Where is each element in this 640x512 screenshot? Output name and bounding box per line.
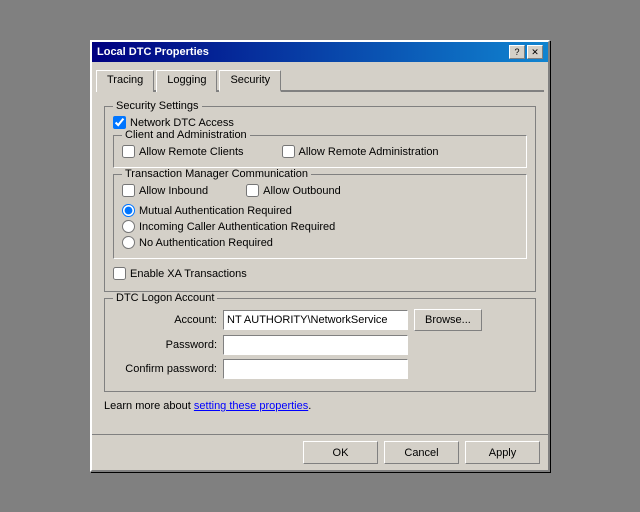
txn-manager-group: Transaction Manager Communication Allow … [113, 174, 527, 259]
allow-remote-clients-checkbox[interactable] [122, 145, 135, 158]
confirm-password-row: Confirm password: [113, 359, 527, 379]
allow-outbound-label: Allow Outbound [263, 185, 341, 197]
allow-remote-admin-label: Allow Remote Administration [299, 146, 439, 158]
no-auth-radio[interactable] [122, 236, 135, 249]
network-dtc-checkbox[interactable] [113, 116, 126, 129]
allow-remote-clients-label: Allow Remote Clients [139, 146, 244, 158]
network-dtc-row: Network DTC Access [113, 116, 527, 129]
account-input[interactable] [223, 310, 408, 330]
tab-bar: Tracing Logging Security [96, 66, 544, 92]
enable-xa-row: Enable XA Transactions [113, 267, 527, 280]
client-admin-label: Client and Administration [122, 129, 250, 141]
allow-inbound-checkbox[interactable] [122, 184, 135, 197]
password-label: Password: [113, 339, 223, 351]
window-content: Tracing Logging Security Security Settin… [92, 62, 548, 430]
title-bar-buttons: ? ✕ [509, 45, 543, 59]
tab-tracing[interactable]: Tracing [96, 70, 154, 92]
password-row: Password: [113, 335, 527, 355]
learn-more-text: Learn more about [104, 400, 194, 412]
learn-more-row: Learn more about setting these propertie… [104, 398, 536, 414]
main-window: Local DTC Properties ? ✕ Tracing Logging… [90, 40, 550, 472]
client-admin-group: Client and Administration Allow Remote C… [113, 135, 527, 168]
incoming-caller-radio[interactable] [122, 220, 135, 233]
allow-inbound-row: Allow Inbound [122, 184, 208, 197]
apply-button[interactable]: Apply [465, 441, 540, 464]
dtc-logon-label: DTC Logon Account [113, 292, 217, 304]
allow-outbound-row: Allow Outbound [246, 184, 341, 197]
incoming-caller-row: Incoming Caller Authentication Required [122, 220, 518, 233]
learn-more-end: . [308, 400, 311, 412]
no-auth-row: No Authentication Required [122, 236, 518, 249]
allow-remote-admin-checkbox[interactable] [282, 145, 295, 158]
mutual-auth-row: Mutual Authentication Required [122, 204, 518, 217]
password-input[interactable] [223, 335, 408, 355]
security-tab-content: Security Settings Network DTC Access Cli… [96, 92, 544, 426]
enable-xa-checkbox[interactable] [113, 267, 126, 280]
enable-xa-label: Enable XA Transactions [130, 268, 247, 280]
confirm-password-input[interactable] [223, 359, 408, 379]
close-button[interactable]: ✕ [527, 45, 543, 59]
client-admin-options: Allow Remote Clients Allow Remote Admini… [122, 142, 518, 161]
ok-button[interactable]: OK [303, 441, 378, 464]
account-row: Account: Browse... [113, 309, 527, 331]
security-settings-label: Security Settings [113, 100, 202, 112]
confirm-password-label: Confirm password: [113, 363, 223, 375]
allow-remote-clients-row: Allow Remote Clients [122, 145, 244, 158]
incoming-caller-label: Incoming Caller Authentication Required [139, 221, 335, 233]
mutual-auth-radio[interactable] [122, 204, 135, 217]
learn-more-link[interactable]: setting these properties [194, 400, 308, 412]
help-button[interactable]: ? [509, 45, 525, 59]
tab-logging[interactable]: Logging [156, 70, 217, 92]
allow-outbound-checkbox[interactable] [246, 184, 259, 197]
title-bar: Local DTC Properties ? ✕ [92, 42, 548, 62]
browse-button[interactable]: Browse... [414, 309, 482, 331]
no-auth-label: No Authentication Required [139, 237, 273, 249]
tab-security[interactable]: Security [219, 70, 281, 92]
window-title: Local DTC Properties [97, 46, 209, 58]
network-dtc-label: Network DTC Access [130, 117, 234, 129]
allow-remote-admin-row: Allow Remote Administration [282, 145, 439, 158]
security-settings-group: Security Settings Network DTC Access Cli… [104, 106, 536, 292]
cancel-button[interactable]: Cancel [384, 441, 459, 464]
account-label: Account: [113, 314, 223, 326]
txn-manager-label: Transaction Manager Communication [122, 168, 311, 180]
allow-inbound-label: Allow Inbound [139, 185, 208, 197]
txn-inbound-outbound: Allow Inbound Allow Outbound [122, 181, 518, 200]
mutual-auth-label: Mutual Authentication Required [139, 205, 292, 217]
dtc-logon-group: DTC Logon Account Account: Browse... Pas… [104, 298, 536, 392]
bottom-bar: OK Cancel Apply [92, 434, 548, 470]
